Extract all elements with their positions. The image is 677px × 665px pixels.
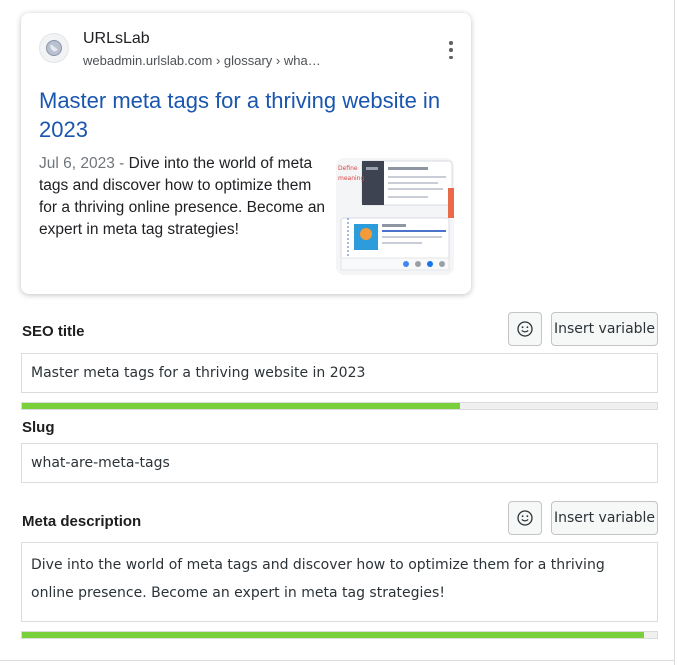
meta-description-insert-variable-button[interactable]: Insert variable — [551, 501, 658, 535]
emoji-icon — [517, 321, 533, 337]
globe-icon — [39, 33, 69, 63]
emoji-icon — [517, 510, 533, 526]
seo-title-insert-variable-button[interactable]: Insert variable — [551, 312, 658, 346]
meta-description-emoji-button[interactable] — [508, 501, 542, 535]
svg-text:meaning: meaning — [338, 175, 364, 182]
frame-border-bottom — [0, 660, 675, 661]
seo-title-progress-fill — [22, 403, 461, 409]
site-name: URLsLab — [83, 30, 150, 47]
seo-title-emoji-button[interactable] — [508, 312, 542, 346]
meta-description-progress-fill — [22, 632, 645, 638]
seo-title-label: SEO title — [22, 323, 85, 340]
snippet-thumbnail: Define meaning — [336, 158, 454, 275]
site-url: webadmin.urlslab.com › glossary › wha… — [83, 53, 321, 68]
google-preview-card: URLsLab webadmin.urlslab.com › glossary … — [21, 13, 471, 294]
frame-border — [674, 0, 675, 665]
seo-title-progress-bar — [21, 402, 658, 410]
snippet-title[interactable]: Master meta tags for a thriving website … — [39, 86, 459, 144]
more-vertical-icon[interactable] — [445, 41, 457, 59]
meta-description-progress-bar — [21, 631, 658, 639]
slug-label: Slug — [22, 419, 55, 436]
snippet-date: Jul 6, 2023 — [39, 155, 115, 172]
snippet-description: Jul 6, 2023 - Dive into the world of met… — [39, 153, 329, 241]
meta-description-textarea[interactable]: Dive into the world of meta tags and dis… — [21, 542, 658, 622]
slug-input[interactable]: what-are-meta-tags — [21, 443, 658, 483]
date-separator: - — [114, 155, 129, 172]
meta-description-label: Meta description — [22, 513, 142, 530]
seo-title-input[interactable]: Master meta tags for a thriving website … — [21, 353, 658, 393]
svg-text:Define: Define — [338, 165, 358, 172]
